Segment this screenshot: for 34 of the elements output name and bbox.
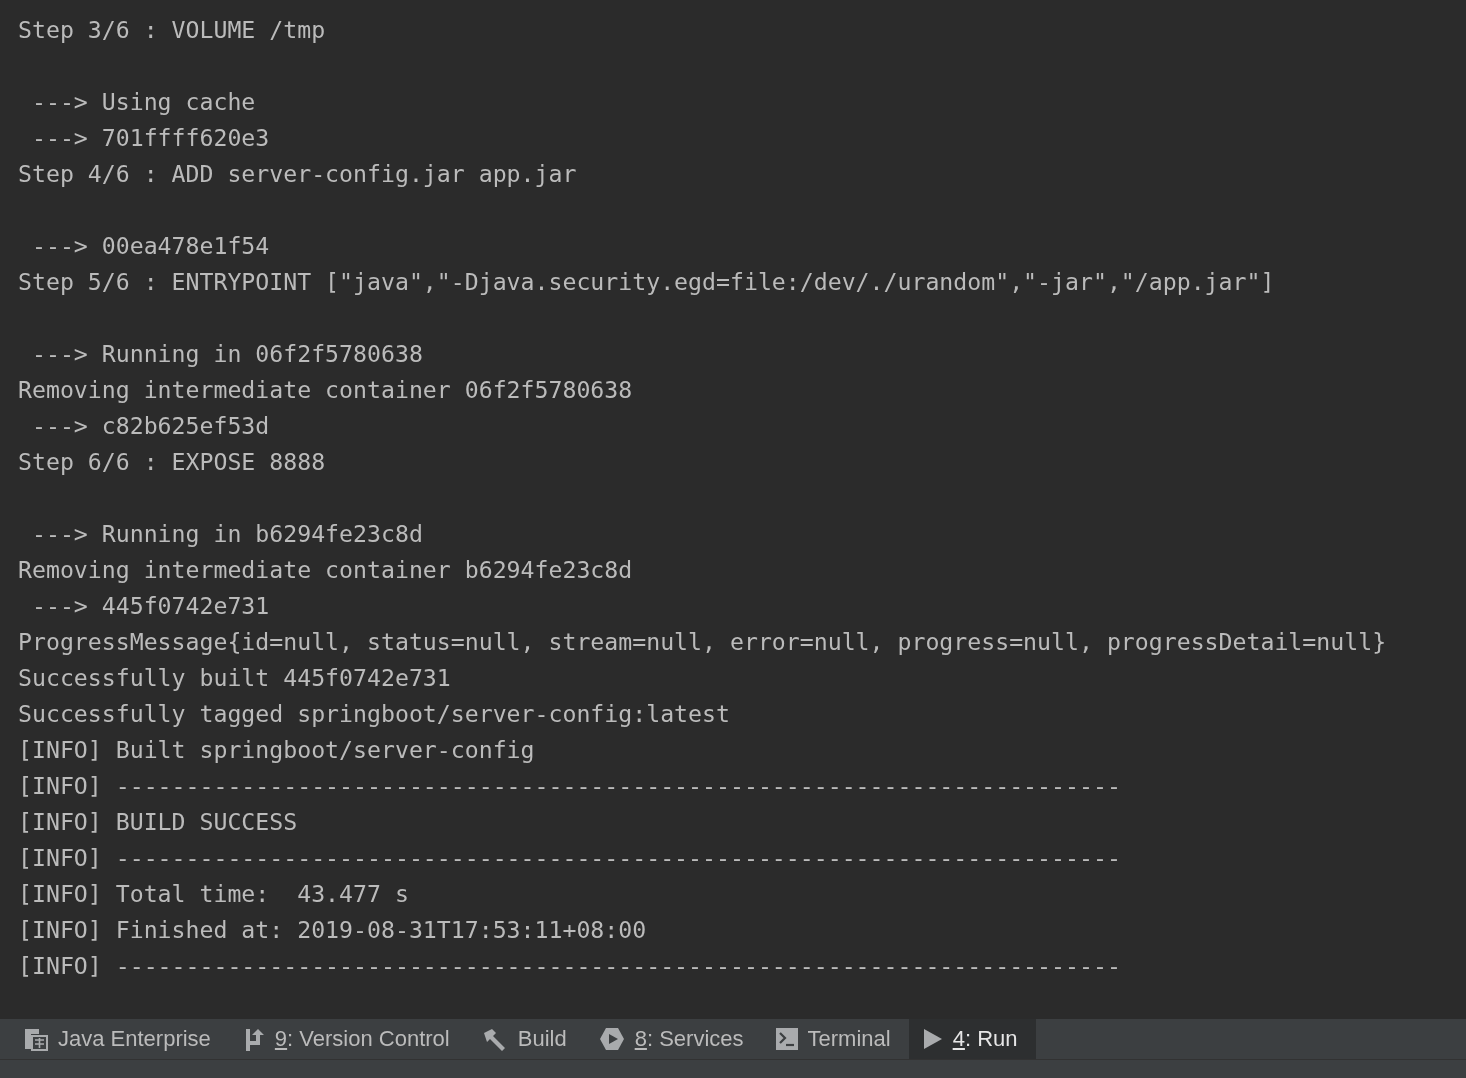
console-line: ---> 701ffff620e3 <box>30 123 270 153</box>
console-line: ProgressMessage{id=null, status=null, stream=null, error=null, progress=null, progressDetail=null} <box>18 627 1387 657</box>
tool-window-tab[interactable]: 9: Version Control <box>228 1019 468 1059</box>
tool-window-tab[interactable]: 4: Run <box>908 1019 1036 1059</box>
console-line: Step 5/6 : ENTRYPOINT ["java","-Djava.security.egd=file:/dev/./urandom","-jar","/app.jar"] <box>18 267 1275 297</box>
services-icon <box>598 1027 625 1051</box>
console-line: ---> Running in b6294fe23c8d <box>30 519 423 549</box>
console-line: [INFO] Total time: 43.477 s <box>18 879 409 909</box>
tool-window-tab[interactable]: Terminal <box>761 1019 909 1059</box>
console-line: [INFO] ------------------------------------------------------------------------ <box>18 843 1121 873</box>
console-line: ---> c82b625ef53d <box>30 411 270 441</box>
tool-window-tab[interactable]: 8: Services <box>584 1019 762 1059</box>
console-line: Removing intermediate container 06f2f5780638 <box>18 375 633 405</box>
play-icon <box>922 1028 943 1050</box>
console-line: Removing intermediate container b6294fe23c8d <box>18 555 633 585</box>
tool-window-tab[interactable]: Java Enterprise <box>10 1019 229 1059</box>
console-line: ---> 445f0742e731 <box>30 591 270 621</box>
console-line: [INFO] Finished at: 2019-08-31T17:53:11+08:00 <box>18 915 647 945</box>
console-line: [INFO] Built springboot/server-config <box>18 735 535 765</box>
hammer-icon <box>481 1027 508 1051</box>
terminal-icon <box>775 1028 798 1050</box>
console-line: Step 6/6 : EXPOSE 8888 <box>18 447 326 477</box>
console-line: ---> 00ea478e1f54 <box>30 231 270 261</box>
console-line: [INFO] ------------------------------------------------------------------------ <box>18 951 1121 981</box>
console-line: ---> Using cache <box>30 87 256 117</box>
console-line: Step 3/6 : VOLUME /tmp <box>18 15 326 45</box>
console-line: ---> Running in 06f2f5780638 <box>30 339 423 369</box>
console-line: Successfully tagged springboot/server-config:latest <box>18 699 730 729</box>
tool-window-tab[interactable]: Build <box>467 1019 585 1059</box>
console-line: Successfully built 445f0742e731 <box>18 663 451 693</box>
console-line: Step 4/6 : ADD server-config.jar app.jar <box>18 159 577 189</box>
table-icon <box>24 1027 48 1051</box>
console-line: [INFO] ------------------------------------------------------------------------ <box>18 771 1121 801</box>
console-line: [INFO] BUILD SUCCESS <box>18 807 298 837</box>
